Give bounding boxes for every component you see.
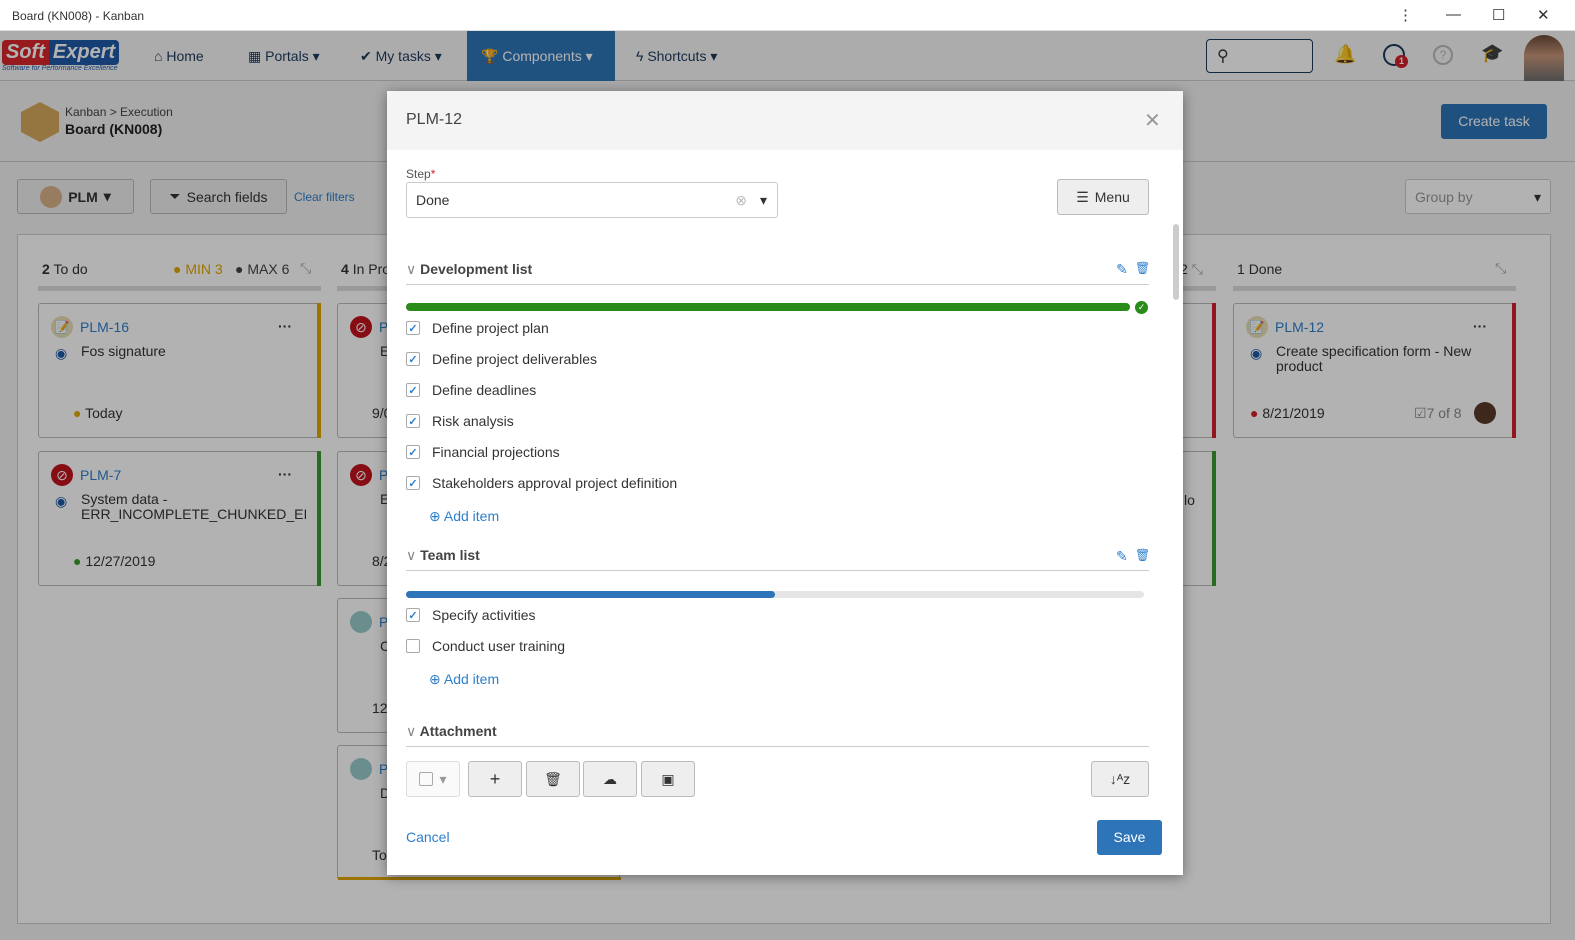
checklist-item-label: Conduct user training [432, 638, 566, 654]
complete-check-icon: ✓ [1135, 301, 1148, 314]
checkbox[interactable] [406, 639, 420, 653]
checkbox[interactable]: ✓ [406, 352, 420, 366]
add-attachment-button[interactable]: + [468, 761, 522, 797]
edit-icon[interactable]: ✎ [1116, 548, 1128, 565]
cloud-download-icon: ☁ [603, 770, 617, 787]
checkbox[interactable]: ✓ [406, 414, 420, 428]
trash-icon[interactable]: 🗑 [1135, 548, 1150, 562]
select-all-dropdown[interactable]: ▾ [406, 761, 460, 797]
chevron-down-icon: ∨ [406, 261, 417, 277]
edit-icon[interactable]: ✎ [1116, 261, 1128, 278]
checklist-item-label: Specify activities [432, 607, 536, 623]
modal-header: PLM-12 [387, 91, 1183, 150]
checklist-item[interactable]: ✓ Financial projections [406, 444, 560, 460]
checklist-item-label: Stakeholders approval project definition [432, 475, 678, 491]
checklist-item[interactable]: ✓ Stakeholders approval project definitio… [406, 475, 677, 491]
sort-az-icon: ↓ᴬz [1109, 771, 1131, 787]
download-attachment-button[interactable]: ☁ [583, 761, 637, 797]
development-progress-bar [406, 303, 1130, 311]
task-modal: PLM-12 ✕ Step* Done ⊗ ▾ ☰ Menu ∨ Developmen… [387, 91, 1183, 875]
checklist-item[interactable]: ✓ Define deadlines [406, 382, 536, 398]
modal-title: PLM-12 [406, 111, 463, 128]
menu-button[interactable]: ☰ Menu [1057, 179, 1149, 215]
team-progress-bar [406, 591, 1144, 598]
scan-attachment-button[interactable]: ▣ [641, 761, 695, 797]
checklist-item-label: Financial projections [432, 444, 560, 460]
checklist-item-label: Risk analysis [432, 413, 514, 429]
plus-circle-icon: ⊕ [429, 508, 441, 524]
team-list-header[interactable]: ∨ Team list [406, 547, 1149, 571]
close-window-icon[interactable]: ✕ [1537, 6, 1550, 24]
close-icon[interactable]: ✕ [1144, 108, 1161, 133]
plus-icon: + [489, 768, 501, 789]
step-label: Step* [406, 167, 436, 181]
hamburger-icon: ☰ [1076, 188, 1089, 205]
checkbox[interactable]: ✓ [406, 445, 420, 459]
checklist-item[interactable]: ✓ Risk analysis [406, 413, 514, 429]
step-select[interactable]: Done ⊗ ▾ [406, 182, 778, 218]
minimize-icon[interactable]: — [1446, 6, 1461, 23]
checkbox[interactable]: ✓ [406, 321, 420, 335]
checkbox[interactable]: ✓ [406, 476, 420, 490]
trash-icon[interactable]: 🗑 [1135, 261, 1150, 275]
development-list-header[interactable]: ∨ Development list [406, 261, 1149, 285]
checkbox[interactable]: ✓ [406, 383, 420, 397]
window-title: Board (KN008) - Kanban [12, 9, 145, 23]
scanner-icon: ▣ [661, 770, 675, 787]
checklist-item-label: Define deadlines [432, 382, 537, 398]
save-button[interactable]: Save [1097, 820, 1162, 855]
chevron-down-icon: ∨ [406, 547, 417, 563]
window-titlebar: Board (KN008) - Kanban [0, 0, 1575, 31]
sort-button[interactable]: ↓ᴬz [1091, 761, 1149, 797]
checklist-item[interactable]: Conduct user training [406, 638, 565, 654]
scrollbar[interactable] [1173, 224, 1179, 300]
checklist-item[interactable]: ✓ Define project deliverables [406, 351, 597, 367]
clear-icon[interactable]: ⊗ [735, 192, 747, 209]
checklist-item[interactable]: ✓ Define project plan [406, 320, 549, 336]
chevron-down-icon[interactable]: ▾ [760, 192, 767, 209]
attachment-header[interactable]: ∨ Attachment [406, 723, 1149, 747]
checklist-item-label: Define project deliverables [432, 351, 597, 367]
more-options-icon[interactable]: ⋮ [1398, 6, 1413, 24]
checklist-item[interactable]: ✓ Specify activities [406, 607, 535, 623]
maximize-icon[interactable]: ☐ [1492, 6, 1505, 24]
checkbox[interactable]: ✓ [406, 608, 420, 622]
trash-icon: 🗑 [544, 770, 562, 787]
delete-attachment-button[interactable]: 🗑 [526, 761, 580, 797]
add-item-team[interactable]: ⊕ Add item [429, 671, 499, 688]
add-item-development[interactable]: ⊕ Add item [429, 508, 499, 525]
checklist-item-label: Define project plan [432, 320, 549, 336]
plus-circle-icon: ⊕ [429, 671, 441, 687]
cancel-button[interactable]: Cancel [406, 829, 450, 845]
chevron-down-icon: ∨ [406, 723, 417, 739]
